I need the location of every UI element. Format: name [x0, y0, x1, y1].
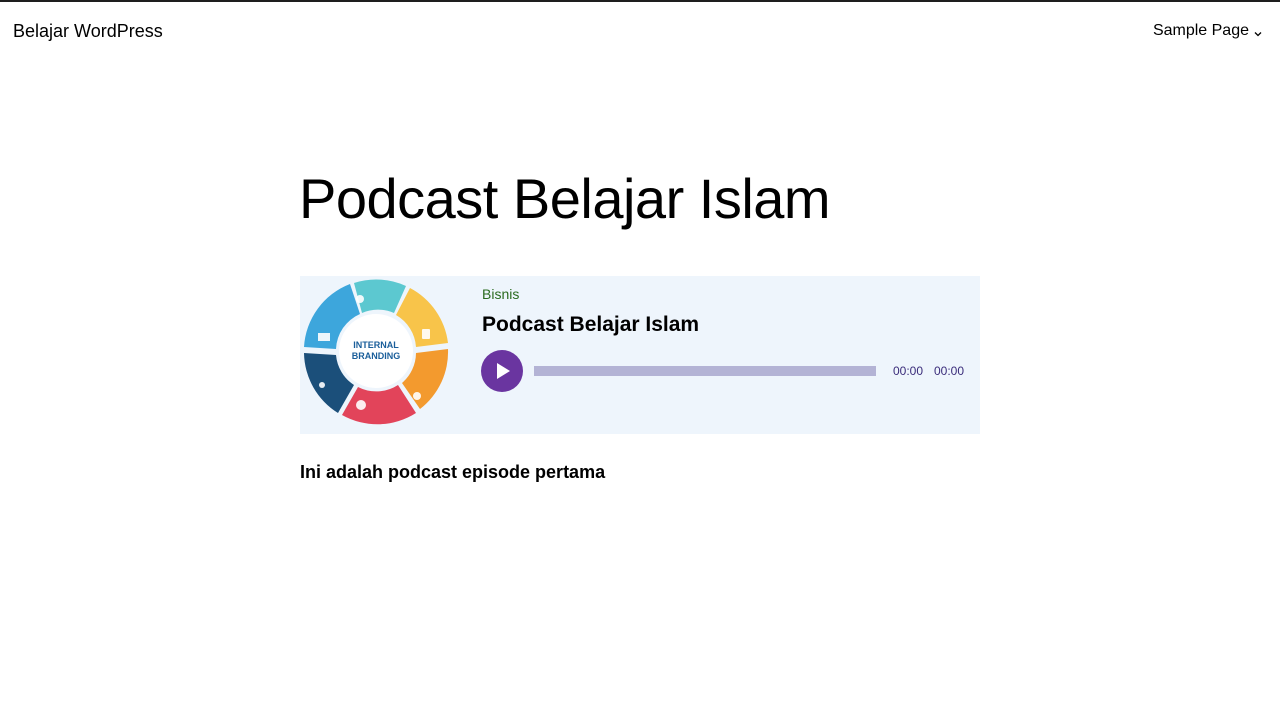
page-title: Podcast Belajar Islam — [299, 167, 831, 230]
podcast-player: INTERNAL BRANDING Bisnis Podcast Belajar… — [300, 276, 980, 434]
progress-bar[interactable] — [534, 366, 876, 376]
site-header: Belajar WordPress Sample Page — [0, 2, 1280, 60]
podcast-category: Bisnis — [482, 286, 520, 302]
nav-item-sample-page[interactable]: Sample Page — [1153, 22, 1249, 40]
episode-excerpt: Ini adalah podcast episode pertama — [300, 462, 606, 482]
chevron-down-icon[interactable] — [1253, 26, 1263, 37]
episode-title: Podcast Belajar Islam — [482, 313, 700, 336]
current-time: 00:00 — [893, 364, 924, 378]
play-button[interactable] — [481, 350, 523, 392]
main-nav: Sample Page — [1153, 22, 1263, 40]
site-title-link[interactable]: Belajar WordPress — [13, 21, 163, 42]
duration-time: 00:00 — [934, 364, 965, 378]
cover-text-line-1: INTERNAL — [353, 340, 399, 350]
play-icon — [497, 363, 510, 379]
podcast-cover-image: INTERNAL BRANDING — [300, 276, 452, 434]
cover-text-line-2: BRANDING — [352, 351, 401, 361]
